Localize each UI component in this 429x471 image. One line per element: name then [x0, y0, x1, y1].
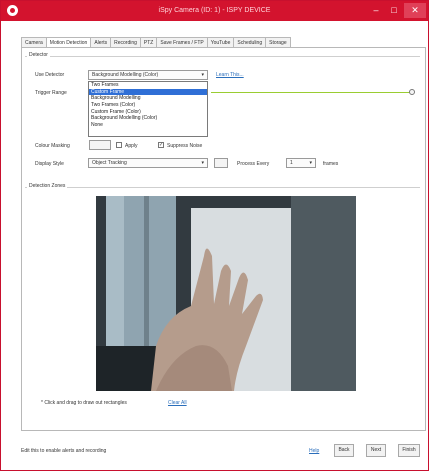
help-link[interactable]: Help [309, 448, 319, 454]
dropdown-option[interactable]: Custom Frame (Color) [89, 109, 207, 116]
tab-strip: Camera Motion Detection Alerts Recording… [21, 37, 291, 48]
use-detector-value: Background Modelling (Color) [92, 72, 159, 78]
camera-frame-image [96, 196, 356, 391]
process-every-value: 1 [290, 160, 293, 166]
colour-picker-button[interactable] [89, 140, 111, 150]
learn-this-link[interactable]: Learn This... [216, 72, 244, 78]
finish-button[interactable]: Finish [398, 444, 420, 457]
trigger-range-label: Trigger Range [35, 90, 67, 96]
back-button[interactable]: Back [334, 444, 354, 457]
colour-masking-label: Colour Masking [35, 143, 70, 149]
dropdown-option[interactable]: None [89, 122, 207, 129]
tab-scheduling[interactable]: Scheduling [233, 37, 267, 47]
trigger-range-slider[interactable] [211, 92, 411, 93]
camera-preview-zone-editor[interactable] [96, 196, 356, 391]
detector-dropdown-list[interactable]: Two Frames Custom Frame Background Model… [88, 81, 208, 137]
tab-ptz[interactable]: PTZ [139, 37, 158, 47]
apply-checkbox[interactable] [116, 142, 122, 148]
dropdown-option[interactable]: Background Modelling [89, 95, 207, 102]
display-style-select[interactable]: Object Tracking ▾ [88, 158, 208, 168]
dropdown-option-highlighted[interactable]: Custom Frame [89, 88, 207, 96]
frames-label: frames [323, 161, 339, 167]
chevron-down-icon: ▾ [201, 72, 204, 78]
app-window: iSpy Camera (ID: 1) - ISPY DEVICE – □ ✕ … [0, 0, 429, 471]
apply-label: Apply [125, 143, 138, 149]
tab-alerts[interactable]: Alerts [90, 37, 112, 47]
close-button[interactable]: ✕ [404, 3, 426, 18]
draw-zones-hint: * Click and drag to draw out rectangles [41, 400, 127, 406]
trigger-range-slider-handle[interactable] [409, 89, 415, 95]
detection-zones-divider [25, 187, 420, 188]
dropdown-option[interactable]: Two Frames [89, 82, 207, 89]
display-style-value: Object Tracking [92, 160, 127, 166]
window-title: iSpy Camera (ID: 1) - ISPY DEVICE [158, 7, 271, 14]
display-style-label: Display Style [35, 161, 64, 167]
tab-camera[interactable]: Camera [21, 37, 47, 47]
chevron-down-icon: ▾ [201, 160, 204, 166]
suppress-noise-checkbox[interactable]: ✓ [158, 142, 164, 148]
use-detector-label: Use Detector [35, 72, 65, 78]
tab-storage[interactable]: Storage [265, 37, 291, 47]
title-bar[interactable]: iSpy Camera (ID: 1) - ISPY DEVICE – □ ✕ [1, 1, 428, 21]
status-text: Edit this to enable alerts and recording [21, 448, 107, 454]
process-every-select[interactable]: 1 ▾ [286, 158, 316, 168]
suppress-noise-label: Suppress Noise [167, 143, 203, 149]
minimize-button[interactable]: – [367, 3, 385, 18]
clear-all-link[interactable]: Clear All [168, 400, 187, 406]
use-detector-select[interactable]: Background Modelling (Color) ▾ [88, 70, 208, 80]
next-button[interactable]: Next [366, 444, 386, 457]
dropdown-option[interactable]: Background Modelling (Color) [89, 115, 207, 122]
dropdown-option[interactable]: Two Frames (Color) [89, 102, 207, 109]
tab-youtube[interactable]: YouTube [206, 37, 235, 47]
maximize-button[interactable]: □ [385, 3, 403, 18]
display-style-options-button[interactable] [214, 158, 228, 168]
chevron-down-icon: ▾ [309, 160, 312, 166]
process-every-label: Process Every [237, 161, 270, 167]
detection-zones-label: Detection Zones [27, 183, 68, 189]
tab-save-frames-ftp[interactable]: Save Frames / FTP [156, 37, 208, 47]
detector-group-label: Detector [27, 52, 50, 58]
tab-recording[interactable]: Recording [110, 37, 141, 47]
